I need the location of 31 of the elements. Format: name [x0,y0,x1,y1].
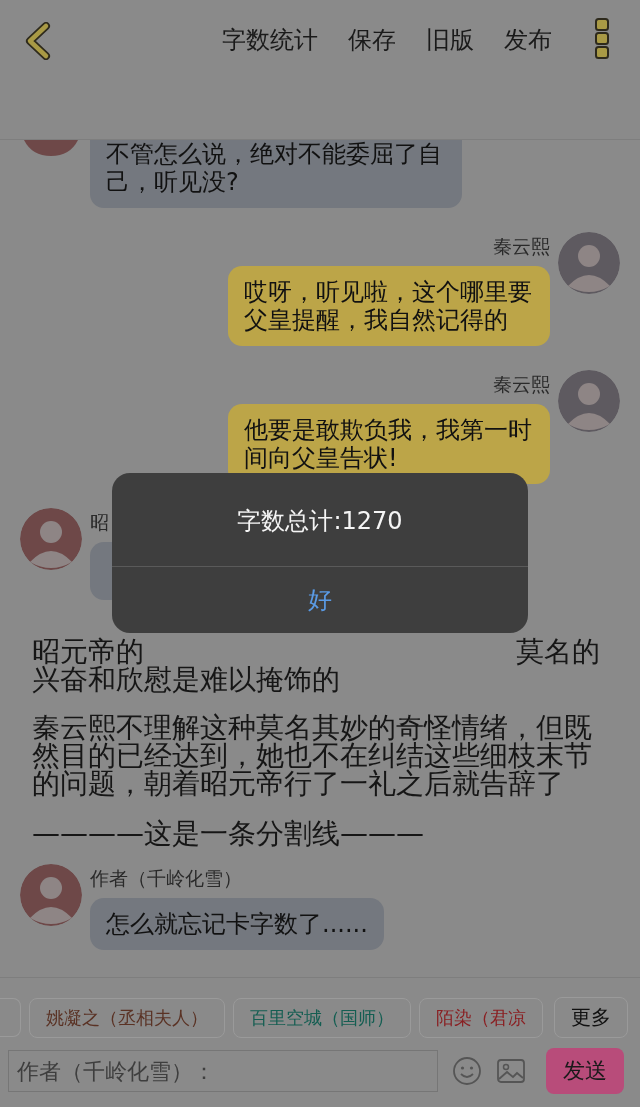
send-button[interactable]: 发送 [546,1048,624,1094]
sender-name: 秦云熙 [493,372,550,396]
narration-text: 莫名的 [516,638,600,666]
sender-name: 秦云熙 [493,234,550,258]
divider-text: ————这是一条分割线——— [31,820,425,848]
sender-name: 作者（千岭化雪） [90,866,242,890]
menu-icon[interactable] [594,17,610,61]
avatar-icon [20,508,82,570]
toolbar-action[interactable]: 旧版 [426,20,474,60]
avatar-icon [20,864,82,926]
back-icon[interactable] [24,22,52,60]
avatar-icon [558,370,620,432]
more-button[interactable]: 更多 [554,997,628,1038]
narration-text: 秦云熙不理解这种莫名其妙的奇怪情绪，但既然目的已经达到，她也不在纠结这些细枝末节的问题，朝着昭元帝行了一礼之后就告辞了 [31,714,593,798]
role-chip[interactable]: 姚凝之（丞相夫人） [29,997,225,1038]
narration-text: 昭元帝的 [32,638,144,666]
image-icon[interactable] [496,1056,526,1086]
avatar-icon [558,232,620,294]
toolbar-action[interactable]: 发布 [504,20,552,60]
sender-name: 昭 [90,510,109,534]
message-input[interactable]: 作者（千岭化雪）： [8,1050,438,1092]
message-bubble: 不管怎么说，绝对不能委屈了自己，听见没? [90,140,462,208]
toolbar-action[interactable]: 保存 [348,20,396,60]
toolbar-action[interactable]: 字数统计 [222,20,318,60]
message-bubble: 怎么就忘记卡字数了...... [90,898,384,950]
narration-text: 兴奋和欣慰是难以掩饰的 [31,666,341,694]
message-bubble: 哎呀，听见啦，这个哪里要父皇提醒，我自然记得的 [228,266,550,346]
role-chip[interactable]: 陌染（君凉 [419,997,543,1038]
ok-button[interactable]: 好 [112,567,528,633]
dialog-title: 字数总计:1270 [237,507,403,535]
emoji-icon[interactable] [452,1056,482,1086]
